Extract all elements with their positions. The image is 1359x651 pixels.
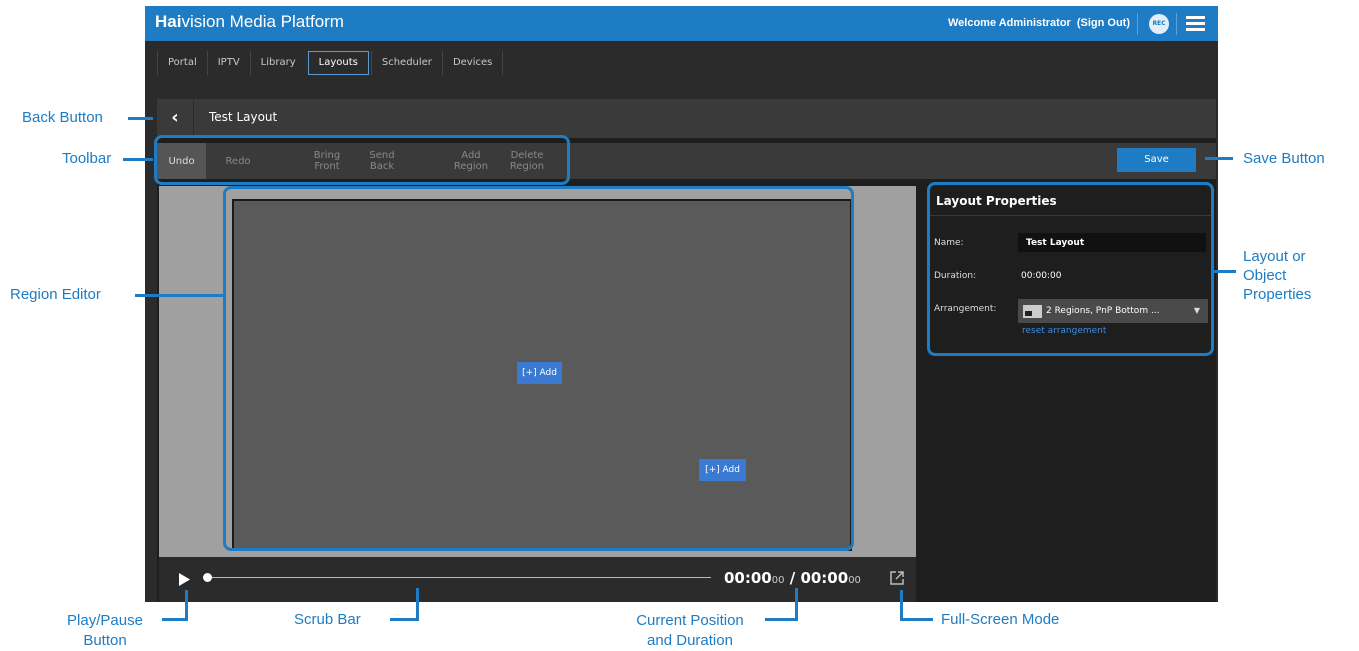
- tab-layouts[interactable]: Layouts: [307, 51, 369, 75]
- position-callout-line-1: Current Position: [636, 612, 744, 629]
- menu-icon[interactable]: [1186, 16, 1205, 31]
- nav-tabs: Portal IPTV Library Layouts Scheduler De…: [157, 51, 504, 75]
- tab-iptv[interactable]: IPTV: [206, 51, 250, 75]
- toolbar-callout-line: [123, 158, 153, 161]
- properties-callout-line-1: Layout or: [1243, 248, 1306, 265]
- brand-bold: Hai: [155, 12, 182, 31]
- save-button[interactable]: Save: [1117, 148, 1196, 172]
- back-callout-line: [128, 117, 153, 120]
- back-button-callout: Back Button: [22, 109, 103, 126]
- save-button-callout: Save Button: [1243, 150, 1325, 167]
- full-screen-icon[interactable]: [890, 571, 904, 585]
- position-callout-line-2: and Duration: [647, 632, 733, 649]
- region-callout-line: [135, 294, 223, 297]
- tab-devices[interactable]: Devices: [441, 51, 504, 75]
- save-callout-line: [1205, 157, 1233, 160]
- layout-title: Test Layout: [209, 110, 278, 124]
- header-divider: [1137, 13, 1138, 35]
- tab-scheduler[interactable]: Scheduler: [370, 51, 442, 75]
- position-callout-line: [795, 588, 798, 620]
- region-editor-highlight: [223, 186, 854, 551]
- tab-portal[interactable]: Portal: [157, 51, 207, 75]
- position-callout: Current Position and Duration: [615, 611, 765, 651]
- back-button[interactable]: ‹: [157, 99, 194, 138]
- brand-rest: vision Media Platform: [181, 12, 344, 31]
- play-pause-callout-line-1: Play/Pause: [67, 612, 143, 629]
- brand-logo: Haivision Media Platform: [155, 12, 344, 32]
- current-frames: 00: [771, 575, 785, 586]
- scrub-callout-line: [416, 588, 419, 620]
- back-chevron-icon: ‹: [171, 107, 179, 128]
- properties-callout-line: [1214, 270, 1236, 273]
- play-pause-callout-line-2: Button: [83, 632, 127, 649]
- editor-title-bar: ‹ Test Layout: [157, 99, 1216, 138]
- duration-frames: 00: [848, 575, 861, 586]
- properties-callout-line-2: Object: [1243, 267, 1287, 284]
- fullscreen-callout-line-h: [900, 618, 933, 621]
- header-divider: [1176, 13, 1177, 35]
- position-callout-line-h: [765, 618, 798, 621]
- time-separator: /: [789, 569, 796, 587]
- current-time: 00:00: [724, 569, 772, 587]
- duration-time: 00:00: [800, 569, 849, 587]
- rec-icon[interactable]: REC: [1149, 14, 1169, 34]
- welcome-label: Welcome Administrator: [947, 17, 1071, 29]
- scrub-bar[interactable]: [206, 577, 711, 578]
- main-nav: Portal IPTV Library Layouts Scheduler De…: [145, 41, 1218, 83]
- scrub-callout-line-h: [390, 618, 419, 621]
- properties-callout-line-3: Properties: [1243, 286, 1312, 303]
- full-screen-callout: Full-Screen Mode: [941, 611, 1060, 628]
- playback-bar: 00:0000 / 00:0000: [159, 557, 916, 602]
- play-callout-line-h: [162, 618, 188, 621]
- fullscreen-callout-line: [900, 590, 903, 620]
- tab-library[interactable]: Library: [249, 51, 306, 75]
- toolbar-callout: Toolbar: [62, 150, 112, 167]
- welcome-text: Welcome Administrator (Sign Out): [948, 17, 1130, 29]
- properties-callout: Layout or Object Properties: [1243, 247, 1311, 304]
- play-pause-callout: Play/Pause Button: [55, 611, 155, 651]
- time-display: 00:0000 / 00:0000: [724, 569, 861, 587]
- scrub-bar-callout: Scrub Bar: [294, 611, 361, 628]
- properties-highlight: [927, 182, 1214, 356]
- region-editor-callout: Region Editor: [10, 286, 101, 303]
- play-icon[interactable]: [178, 573, 190, 586]
- sign-out-link[interactable]: (Sign Out): [1077, 17, 1130, 29]
- toolbar-highlight: [154, 135, 570, 185]
- scrub-handle[interactable]: [203, 573, 212, 582]
- play-callout-line: [185, 590, 188, 620]
- top-bar: Haivision Media Platform Welcome Adminis…: [145, 6, 1218, 41]
